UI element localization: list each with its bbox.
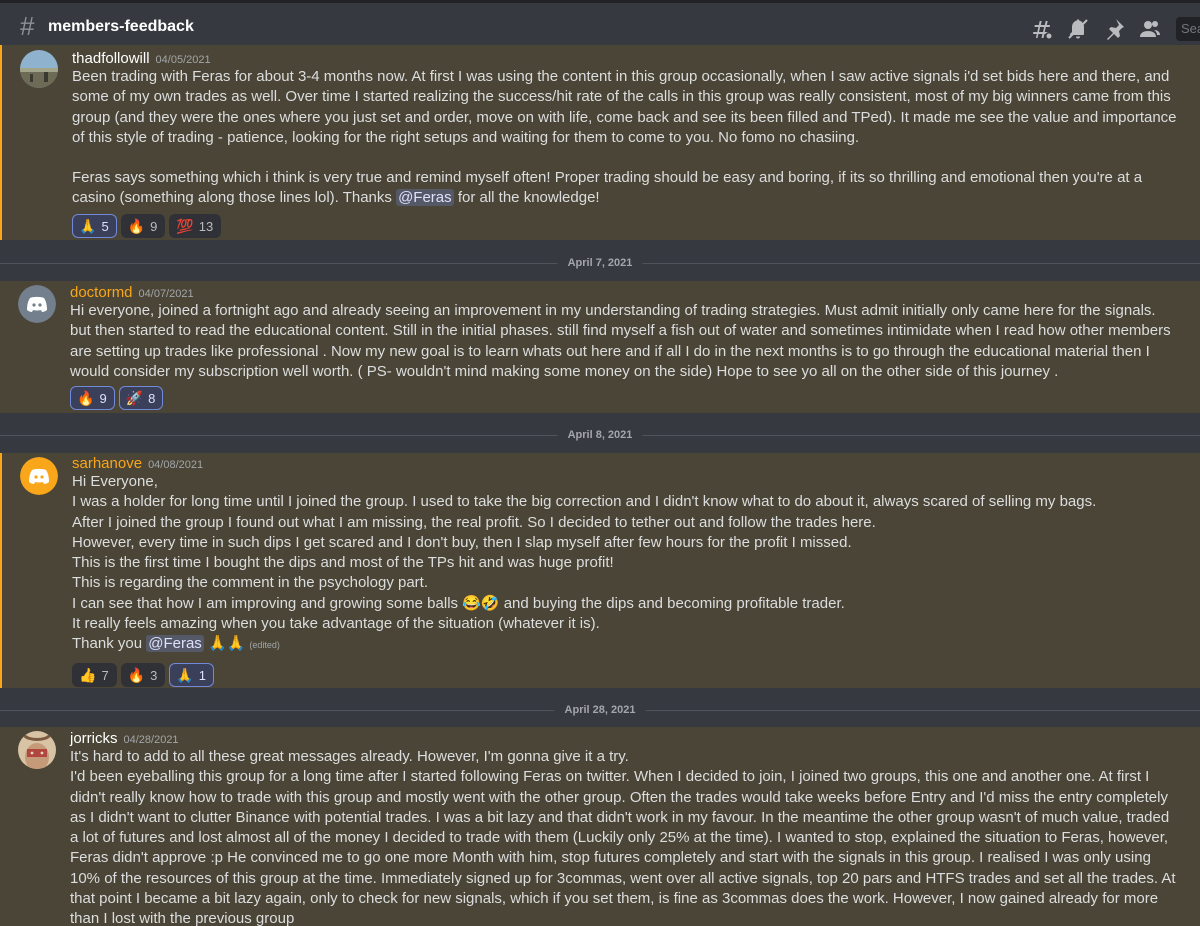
- avatar[interactable]: [20, 50, 58, 88]
- mute-bell-icon[interactable]: [1066, 17, 1090, 41]
- message-line: After I joined the group I found out wha…: [72, 513, 876, 531]
- message-line: However, every time in such dips I get s…: [72, 533, 852, 551]
- message-line: I can see that how I am improving and gr…: [72, 594, 845, 612]
- reaction-pray[interactable]: 🙏 5: [72, 214, 117, 238]
- message-line: Hi everyone, joined a fortnight ago and …: [70, 302, 1171, 380]
- reaction-fire[interactable]: 🔥 9: [70, 386, 115, 410]
- message: jorricks 04/28/2021 It's hard to add to a…: [0, 727, 1200, 926]
- reaction-thumbsup[interactable]: 👍 7: [72, 663, 117, 687]
- reactions: 👍 7 🔥 3 🙏 1: [72, 663, 218, 687]
- avatar[interactable]: [18, 285, 56, 323]
- reaction-rocket[interactable]: 🚀 8: [118, 386, 164, 410]
- date-divider-label: April 28, 2021: [554, 702, 646, 718]
- username[interactable]: jorricks: [70, 730, 118, 747]
- date-divider: April 28, 2021: [0, 702, 1200, 718]
- rocket-emoji: 🚀: [125, 390, 144, 406]
- timestamp: 04/28/2021: [123, 734, 179, 746]
- message-line: It's hard to add to all these great mess…: [70, 748, 629, 765]
- message-line: Been trading with Feras for about 3-4 mo…: [72, 68, 1177, 146]
- avatar[interactable]: [18, 731, 56, 769]
- timestamp: 04/05/2021: [155, 54, 211, 66]
- date-divider: April 7, 2021: [0, 255, 1200, 271]
- message-text: for all the knowledge!: [453, 189, 600, 207]
- user-mention[interactable]: @Feras: [146, 635, 204, 653]
- message-line: This is regarding the comment in the psy…: [72, 574, 429, 592]
- date-divider: April 8, 2021: [0, 427, 1200, 443]
- message-text: Feras says something which i think is ve…: [72, 169, 1143, 207]
- message-content: Been trading with Feras for about 3-4 mo…: [72, 67, 1182, 209]
- message-content: Hi everyone, joined a fortnight ago and …: [70, 301, 1180, 382]
- channel-name: members-feedback: [48, 18, 194, 35]
- timestamp: 04/08/2021: [148, 459, 204, 471]
- reaction-100[interactable]: 💯 13: [169, 214, 222, 238]
- date-divider-label: April 8, 2021: [557, 427, 643, 443]
- date-divider-label: April 7, 2021: [557, 255, 643, 271]
- timestamp: 04/07/2021: [138, 288, 194, 300]
- reactions: 🙏 5 🔥 9 💯 13: [72, 214, 225, 238]
- pin-icon[interactable]: [1102, 17, 1126, 41]
- message-line: Thank you @Feras 🙏🙏 (edited): [72, 634, 1182, 655]
- reactions: 🔥 9 🚀 8: [70, 386, 167, 410]
- message: sarhanove 04/08/2021 Hi Everyone, I was a…: [0, 453, 1200, 688]
- reaction-count: 9: [99, 391, 107, 406]
- hundred-emoji: 💯: [176, 218, 194, 234]
- thumbs-up-emoji: 👍: [79, 667, 97, 683]
- username[interactable]: sarhanove: [72, 455, 142, 472]
- message-line: This is the first time I bought the dips…: [72, 554, 614, 572]
- members-icon[interactable]: [1138, 17, 1162, 41]
- message-content: Hi Everyone, I was a holder for long tim…: [72, 472, 1182, 656]
- reaction-count: 5: [101, 219, 109, 234]
- reaction-count: 13: [198, 219, 214, 234]
- reaction-fire[interactable]: 🔥 3: [120, 663, 166, 687]
- username[interactable]: doctormd: [70, 284, 133, 301]
- message-line: I was a holder for long time until I joi…: [72, 493, 1097, 511]
- message-feed[interactable]: thadfollowill 04/05/2021 Been trading wit…: [0, 45, 1200, 926]
- message-line: [72, 148, 1182, 168]
- reaction-count: 3: [150, 668, 158, 683]
- fire-emoji: 🔥: [77, 390, 95, 406]
- fire-emoji: 🔥: [127, 667, 146, 683]
- reaction-count: 1: [198, 668, 207, 683]
- reaction-fire[interactable]: 🔥 9: [120, 214, 166, 238]
- pray-emoji: 🙏: [176, 667, 194, 683]
- user-mention[interactable]: @Feras: [396, 189, 454, 207]
- channel-hash-icon: #: [20, 11, 35, 41]
- message-line: I'd been eyeballing this group for a lon…: [70, 768, 1176, 926]
- edited-label: (edited): [249, 640, 280, 651]
- reaction-count: 8: [148, 391, 156, 406]
- reaction-count: 9: [150, 219, 158, 234]
- message-text: Thank you: [72, 635, 147, 653]
- message: thadfollowill 04/05/2021 Been trading wit…: [0, 45, 1200, 240]
- fire-emoji: 🔥: [127, 218, 146, 234]
- message-line: Feras says something which i think is ve…: [72, 168, 1182, 209]
- message-content: It's hard to add to all these great mess…: [70, 747, 1180, 926]
- avatar[interactable]: [20, 457, 58, 495]
- search-input[interactable]: Search: [1176, 17, 1200, 41]
- reaction-pray[interactable]: 🙏 1: [169, 663, 215, 687]
- message-line: It really feels amazing when you take ad…: [72, 615, 600, 633]
- channel-header: # members-feedback Search: [0, 0, 1200, 48]
- threads-icon[interactable]: [1030, 17, 1054, 41]
- message: doctormd 04/07/2021 Hi everyone, joined a…: [0, 281, 1200, 413]
- reaction-count: 7: [101, 668, 109, 683]
- message-text: 🙏🙏: [203, 635, 246, 653]
- message-line: Hi Everyone,: [72, 473, 158, 490]
- username[interactable]: thadfollowill: [72, 50, 150, 67]
- pray-emoji: 🙏: [79, 218, 97, 234]
